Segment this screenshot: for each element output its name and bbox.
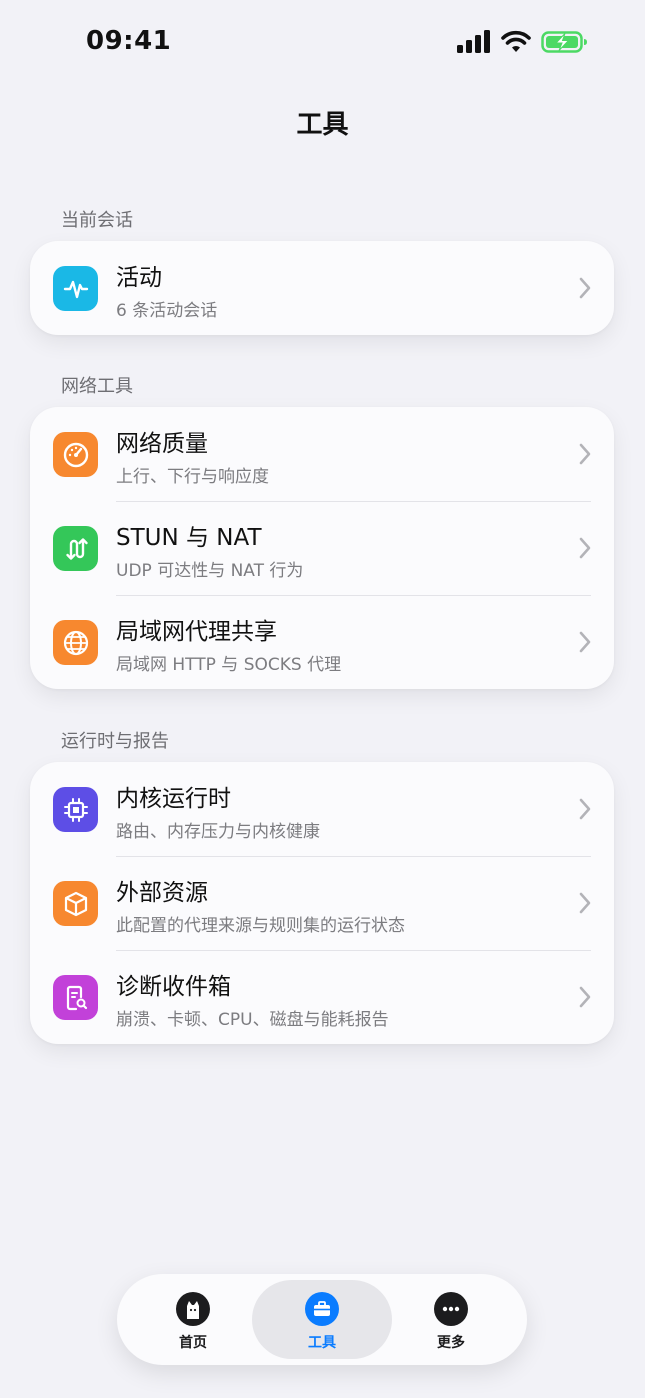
section-label-runtime-reports: 运行时与报告	[61, 731, 169, 752]
item-subtitle: 路由、内存压力与内核健康	[116, 822, 320, 842]
chevron-right-icon	[579, 537, 591, 559]
tab-label: 更多	[437, 1335, 465, 1351]
item-title: 活动	[116, 265, 162, 291]
chevron-right-icon	[579, 631, 591, 653]
page-title: 工具	[296, 110, 349, 140]
chevron-right-icon	[579, 986, 591, 1008]
item-title: 外部资源	[116, 880, 208, 906]
status-bar: 09:41	[0, 0, 645, 88]
chevron-right-icon	[579, 892, 591, 914]
tab-label: 首页	[179, 1335, 207, 1351]
list-item-diagnostics-inbox[interactable]: 诊断收件箱 崩溃、卡顿、CPU、磁盘与能耗报告	[30, 950, 614, 1044]
item-title: 局域网代理共享	[116, 619, 277, 645]
tab-tools[interactable]: 工具	[262, 1274, 382, 1365]
list-item-lan-proxy-sharing[interactable]: 局域网代理共享 局域网 HTTP 与 SOCKS 代理	[30, 595, 614, 689]
list-item-stun-nat[interactable]: STUN 与 NAT UDP 可达性与 NAT 行为	[30, 501, 614, 595]
battery-charging-icon	[541, 31, 587, 53]
item-title: 网络质量	[116, 431, 208, 457]
wifi-icon	[501, 30, 531, 52]
item-subtitle: 此配置的代理来源与规则集的运行状态	[116, 916, 405, 936]
list-item-external-resources[interactable]: 外部资源 此配置的代理来源与规则集的运行状态	[30, 856, 614, 950]
network-tools-card: 网络质量 上行、下行与响应度 STUN 与 NAT UDP 可达性与 NAT 行…	[30, 407, 614, 689]
item-subtitle: 上行、下行与响应度	[116, 467, 269, 487]
runtime-reports-card: 内核运行时 路由、内存压力与内核健康 外部资源 此配置的代理来源与规则集的运行状…	[30, 762, 614, 1044]
status-time: 09:41	[86, 26, 172, 56]
activity-waveform-icon	[53, 266, 98, 311]
item-subtitle: 6 条活动会话	[116, 301, 218, 321]
tab-bar: 首页 工具 更多	[117, 1274, 527, 1365]
item-title: STUN 与 NAT	[116, 525, 262, 551]
item-title: 内核运行时	[116, 786, 231, 812]
list-item-activity[interactable]: 活动 6 条活动会话	[30, 241, 614, 335]
item-subtitle: 局域网 HTTP 与 SOCKS 代理	[116, 655, 342, 675]
current-sessions-card: 活动 6 条活动会话	[30, 241, 614, 335]
cat-icon	[176, 1292, 210, 1326]
report-search-icon	[53, 975, 98, 1020]
status-icons	[457, 30, 589, 54]
chevron-right-icon	[579, 443, 591, 465]
swap-arrows-icon	[53, 526, 98, 571]
list-item-network-quality[interactable]: 网络质量 上行、下行与响应度	[30, 407, 614, 501]
item-title: 诊断收件箱	[116, 974, 231, 1000]
list-item-kernel-runtime[interactable]: 内核运行时 路由、内存压力与内核健康	[30, 762, 614, 856]
globe-icon	[53, 620, 98, 665]
cellular-signal-icon	[457, 30, 490, 53]
section-label-network-tools: 网络工具	[61, 376, 133, 397]
section-label-current-sessions: 当前会话	[61, 210, 133, 231]
package-box-icon	[53, 881, 98, 926]
tab-more[interactable]: 更多	[391, 1274, 511, 1365]
speedometer-icon	[53, 432, 98, 477]
tab-home[interactable]: 首页	[133, 1274, 253, 1365]
cpu-chip-icon	[53, 787, 98, 832]
chevron-right-icon	[579, 798, 591, 820]
item-subtitle: UDP 可达性与 NAT 行为	[116, 561, 304, 581]
tab-label: 工具	[308, 1335, 336, 1351]
ellipsis-icon	[434, 1292, 468, 1326]
toolbox-icon	[305, 1292, 339, 1326]
chevron-right-icon	[579, 277, 591, 299]
item-subtitle: 崩溃、卡顿、CPU、磁盘与能耗报告	[116, 1010, 389, 1030]
